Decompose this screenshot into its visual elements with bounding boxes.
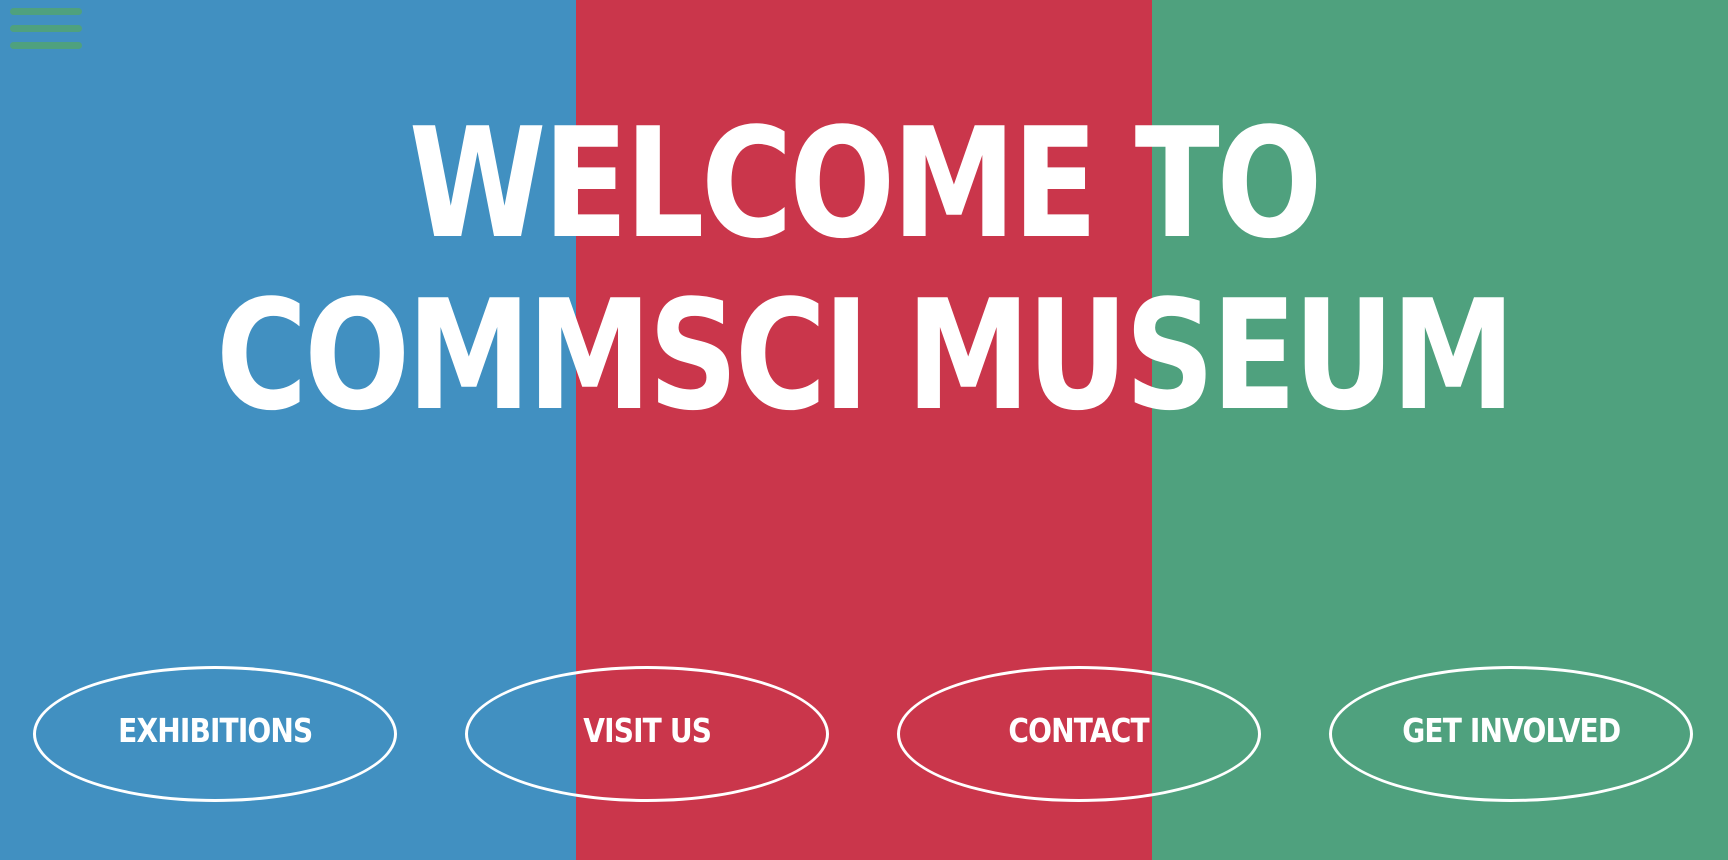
nav-button-contact[interactable]: CONTACT bbox=[897, 666, 1261, 802]
nav-button-visit-us[interactable]: VISIT US bbox=[465, 666, 829, 802]
home-page: WELCOME TO COMMSCI MUSEUM EXHIBITIONS VI… bbox=[0, 0, 1728, 860]
page-title-line-1: WELCOME TO bbox=[408, 95, 1323, 272]
menu-bar bbox=[10, 42, 82, 49]
nav-button-label: CONTACT bbox=[1008, 710, 1150, 750]
page-title: WELCOME TO COMMSCI MUSEUM bbox=[156, 98, 1573, 442]
menu-bar bbox=[10, 25, 82, 32]
nav-button-get-involved[interactable]: GET INVOLVED bbox=[1329, 666, 1693, 802]
nav-button-label: GET INVOLVED bbox=[1401, 710, 1621, 750]
main-navigation: EXHIBITIONS VISIT US CONTACT GET INVOLVE… bbox=[0, 666, 1728, 806]
nav-button-exhibitions[interactable]: EXHIBITIONS bbox=[33, 666, 397, 802]
nav-button-label: VISIT US bbox=[583, 710, 712, 750]
menu-bar bbox=[10, 8, 82, 15]
hamburger-menu-icon[interactable] bbox=[10, 6, 82, 52]
page-title-line-2: COMMSCI MUSEUM bbox=[216, 267, 1515, 444]
nav-button-label: EXHIBITIONS bbox=[117, 710, 313, 750]
